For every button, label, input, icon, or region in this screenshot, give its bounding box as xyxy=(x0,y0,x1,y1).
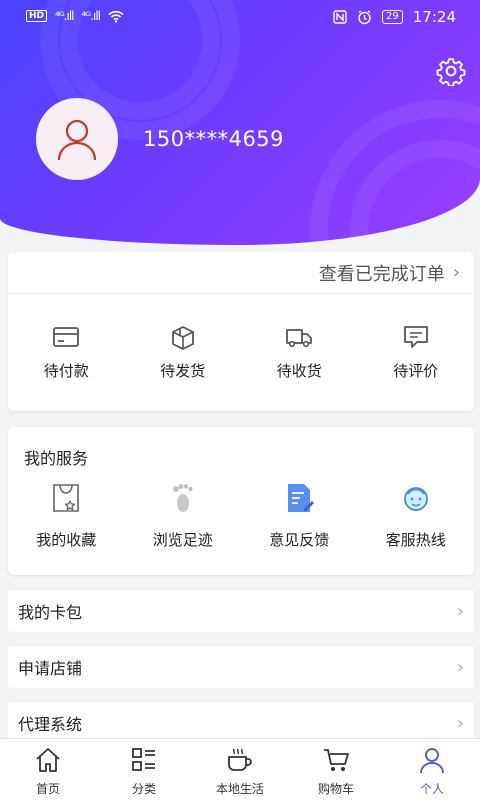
order-label: 待收货 xyxy=(276,362,322,380)
menu-label: 我的卡包 xyxy=(18,603,83,622)
feedback-icon xyxy=(288,484,315,512)
tab-label: 分类 xyxy=(131,782,156,796)
chevron-right-icon: › xyxy=(456,600,464,622)
user-icon xyxy=(57,119,97,161)
order-label: 待评价 xyxy=(393,362,439,380)
signal-icon: ⁴ᴳ.ıll xyxy=(55,9,75,23)
tab-label: 首页 xyxy=(35,782,60,796)
service-label: 意见反馈 xyxy=(269,531,330,549)
tab-label: 本地生活 xyxy=(215,782,264,796)
view-completed-label: 查看已完成订单 xyxy=(318,263,445,285)
service-label: 浏览足迹 xyxy=(152,531,213,549)
cart-icon xyxy=(324,749,349,771)
wifi-icon xyxy=(108,10,124,23)
tab-home[interactable]: 首页 xyxy=(0,739,96,800)
favorite-bag-icon xyxy=(53,484,80,512)
home-icon xyxy=(36,748,60,772)
service-history[interactable]: 浏览足迹 xyxy=(125,481,242,550)
service-customer-hotline[interactable]: 客服热线 xyxy=(358,481,475,550)
menu-card-wallet[interactable]: 我的卡包 › xyxy=(8,590,474,632)
tab-label: 购物车 xyxy=(317,782,354,796)
chevron-right-icon: › xyxy=(456,656,464,678)
service-label: 客服热线 xyxy=(385,531,446,549)
service-label: 我的收藏 xyxy=(36,531,97,549)
clock: 17:24 xyxy=(412,8,456,26)
menu-label: 申请店铺 xyxy=(18,659,83,678)
nfc-icon xyxy=(333,10,347,24)
coffee-cup-icon xyxy=(228,748,252,771)
category-icon xyxy=(132,748,155,771)
order-label: 待付款 xyxy=(43,362,89,380)
bottom-tab-bar: 首页 分类 本地生活 购物车 个人 xyxy=(0,738,480,800)
tab-label: 个人 xyxy=(419,782,444,796)
chevron-right-icon: › xyxy=(456,712,464,734)
tab-profile[interactable]: 个人 xyxy=(384,739,480,800)
truck-icon xyxy=(286,329,313,348)
status-bar: HD ⁴ᴳ.ıll ⁴ᴳ.ıll 29 17:24 xyxy=(0,0,480,34)
card-icon xyxy=(53,327,80,347)
order-label: 待发货 xyxy=(160,362,206,380)
orders-card: 查看已完成订单 › 待付款 待发货 待收货 待评价 xyxy=(8,252,474,411)
person-icon xyxy=(420,748,444,774)
user-phone: 150****4659 xyxy=(143,127,285,151)
chevron-right-icon: › xyxy=(452,262,460,283)
alarm-icon xyxy=(358,9,371,24)
menu-label: 代理系统 xyxy=(18,715,83,734)
avatar[interactable] xyxy=(36,98,118,180)
tab-local-life[interactable]: 本地生活 xyxy=(192,739,288,800)
profile-header: HD ⁴ᴳ.ıll ⁴ᴳ.ıll 29 17:24 150****4659 xyxy=(0,0,480,245)
view-completed-orders-link[interactable]: 查看已完成订单 › xyxy=(8,252,474,294)
order-pending-shipment[interactable]: 待发货 xyxy=(125,324,242,381)
order-pending-payment[interactable]: 待付款 xyxy=(8,324,125,381)
battery-icon: 29 xyxy=(382,10,403,24)
hd-badge: HD xyxy=(26,10,48,22)
package-icon xyxy=(171,326,194,350)
service-favorites[interactable]: 我的收藏 xyxy=(8,481,125,550)
services-title: 我的服务 xyxy=(24,449,89,468)
gear-icon[interactable] xyxy=(436,56,466,86)
tab-category[interactable]: 分类 xyxy=(96,739,192,800)
comment-icon xyxy=(403,326,428,348)
order-pending-review[interactable]: 待评价 xyxy=(358,324,475,381)
services-card: 我的服务 我的收藏 浏览足迹 意见反馈 客服热线 xyxy=(8,427,474,575)
customer-service-icon xyxy=(403,487,428,511)
signal-icon: ⁴ᴳ.ıll xyxy=(81,9,102,23)
menu-apply-store[interactable]: 申请店铺 › xyxy=(8,646,474,688)
service-feedback[interactable]: 意见反馈 xyxy=(241,481,358,550)
tab-cart[interactable]: 购物车 xyxy=(288,739,384,800)
order-pending-receipt[interactable]: 待收货 xyxy=(241,324,358,381)
footprint-icon xyxy=(172,484,193,512)
